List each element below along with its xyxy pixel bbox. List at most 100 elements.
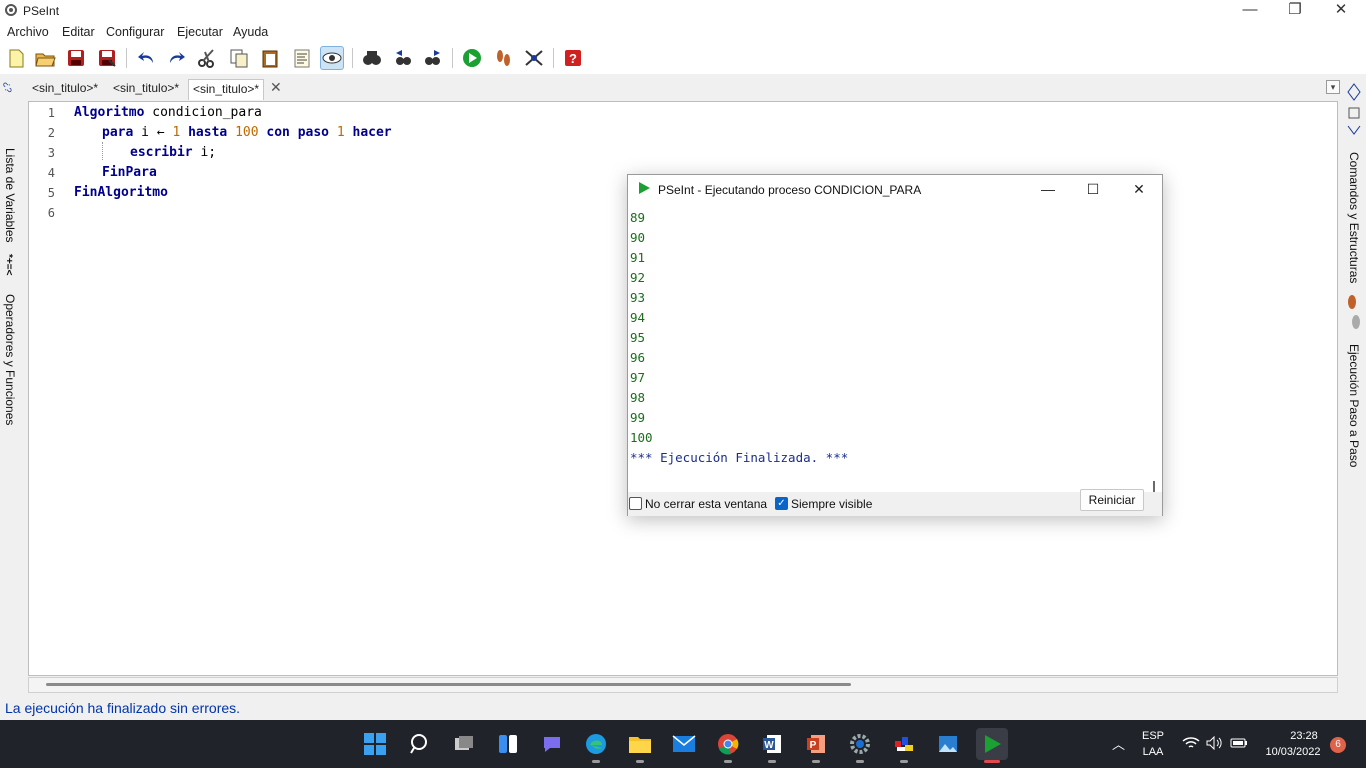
step-panel-tab[interactable]: Ejecución Paso a Paso	[1347, 344, 1361, 467]
flowchart-icon[interactable]	[522, 46, 546, 70]
clock-time[interactable]: 23:28	[1282, 730, 1326, 742]
task-view-icon[interactable]	[448, 728, 480, 760]
pseint-app-icon	[5, 4, 17, 16]
settings-icon[interactable]	[844, 728, 876, 763]
clock-date[interactable]: 10/03/2022	[1260, 746, 1326, 758]
keyword: hasta	[180, 125, 236, 140]
volume-icon[interactable]	[1206, 736, 1224, 750]
notification-badge[interactable]: 6	[1330, 737, 1346, 753]
tab-sin-titulo-2[interactable]: <sin_titulo>*	[109, 79, 183, 100]
file-explorer-icon[interactable]	[624, 728, 656, 763]
restart-button[interactable]: Reiniciar	[1080, 489, 1144, 511]
search-icon[interactable]	[404, 728, 436, 760]
widgets-icon[interactable]	[492, 728, 524, 760]
paint-icon[interactable]	[888, 728, 920, 763]
maximize-button[interactable]: ❐	[1272, 0, 1318, 22]
chevron-up-icon[interactable]: ︿	[1112, 734, 1125, 753]
no-close-checkbox[interactable]	[629, 497, 642, 510]
commands-panel-tab[interactable]: Comandos y Estructuras	[1347, 152, 1361, 283]
battery-icon[interactable]	[1230, 737, 1248, 749]
step-by-step-icon[interactable]	[491, 46, 515, 70]
vertical-scrollbar[interactable]	[1147, 209, 1161, 501]
input-language[interactable]: ESP	[1140, 730, 1166, 742]
maximize-button[interactable]: ☐	[1071, 177, 1115, 201]
run-icon[interactable]	[460, 46, 484, 70]
chrome-icon[interactable]	[712, 728, 744, 763]
svg-text:?: ?	[569, 51, 577, 66]
code-line-2: para i ← 1 hasta 100 con paso 1 hacer	[102, 125, 392, 140]
chevron-down-icon[interactable]: ▾	[1326, 80, 1340, 94]
redo-icon[interactable]	[165, 46, 189, 70]
commands-icon[interactable]	[1346, 82, 1362, 142]
save-as-icon[interactable]	[95, 46, 119, 70]
footsteps-icon[interactable]	[1346, 294, 1362, 334]
menu-editar[interactable]: Editar	[62, 25, 95, 39]
output-line: 94	[630, 310, 646, 325]
keyword: FinAlgoritmo	[74, 185, 168, 200]
svg-text:W: W	[764, 740, 774, 751]
horizontal-scrollbar[interactable]	[28, 677, 1338, 693]
save-icon[interactable]	[64, 46, 88, 70]
photos-icon[interactable]	[932, 728, 964, 760]
cut-icon[interactable]	[195, 46, 219, 70]
tab-sin-titulo-3[interactable]: <sin_titulo>*	[188, 79, 265, 100]
pseint-taskbar-icon[interactable]	[976, 728, 1008, 763]
keyboard-layout[interactable]: LAA	[1140, 746, 1166, 758]
menu-configurar[interactable]: Configurar	[106, 25, 164, 39]
menu-ayuda[interactable]: Ayuda	[233, 25, 268, 39]
edge-icon[interactable]	[580, 728, 612, 763]
status-message: La ejecución ha finalizado sin errores.	[5, 700, 241, 716]
code-line-4: FinPara	[102, 165, 157, 180]
operators-panel-tab[interactable]: Operadores y Funciones	[3, 294, 17, 425]
close-button[interactable]: ✕	[1318, 0, 1364, 22]
menu-archivo[interactable]: Archivo	[7, 25, 49, 39]
start-icon[interactable]	[359, 728, 391, 760]
output-line: 90	[630, 230, 646, 245]
undo-icon[interactable]	[134, 46, 158, 70]
highlight-variables-icon[interactable]	[320, 46, 344, 70]
search-previous-icon[interactable]	[391, 46, 415, 70]
help-icon[interactable]: ?	[561, 46, 585, 70]
identifier: condicion_para	[144, 105, 262, 120]
word-icon[interactable]: W	[756, 728, 788, 763]
wifi-icon[interactable]	[1182, 736, 1200, 750]
execution-window-footer: No cerrar esta ventana ✓ Siempre visible…	[628, 489, 1162, 516]
toolbar-separator	[126, 48, 127, 68]
variables-panel-tab[interactable]: Lista de Variables	[3, 148, 17, 243]
tab-sin-titulo-1[interactable]: <sin_titulo>*	[28, 79, 102, 100]
always-visible-checkbox[interactable]: ✓	[775, 497, 788, 510]
paste-icon[interactable]	[258, 46, 282, 70]
menu-ejecutar[interactable]: Ejecutar	[177, 25, 223, 39]
open-file-icon[interactable]	[33, 46, 57, 70]
running-indicator	[900, 760, 908, 763]
chat-icon[interactable]	[536, 728, 568, 760]
keyword: Algoritmo	[74, 105, 145, 120]
search-icon[interactable]	[360, 46, 384, 70]
new-file-icon[interactable]	[4, 46, 28, 70]
active-indicator	[984, 760, 1000, 763]
format-code-icon[interactable]	[290, 46, 314, 70]
operators-icon[interactable]: *+=<	[3, 254, 14, 275]
line-number: 4	[47, 166, 55, 180]
scrollbar-thumb[interactable]	[46, 683, 851, 686]
copy-icon[interactable]	[227, 46, 251, 70]
search-next-icon[interactable]	[421, 46, 445, 70]
keyword: FinPara	[102, 165, 157, 180]
mail-icon[interactable]	[668, 728, 700, 760]
powerpoint-icon[interactable]: P	[800, 728, 832, 763]
execution-finished-message: *** Ejecución Finalizada. ***	[630, 450, 849, 465]
variables-icon[interactable]: ¿?	[3, 82, 13, 93]
editor-tabs: <sin_titulo>* <sin_titulo>* <sin_titulo>…	[28, 78, 1342, 100]
close-tab-icon[interactable]: ✕	[270, 78, 282, 97]
output-console[interactable]: 89 90 91 92 93 94 95 96 97 98 99 100 ***…	[630, 209, 1146, 465]
minimize-button[interactable]: —	[1227, 0, 1273, 22]
line-number: 6	[47, 206, 55, 220]
keyword: con paso	[258, 125, 337, 140]
identifier: i;	[192, 145, 217, 160]
running-indicator	[592, 760, 600, 763]
indent-guide	[102, 142, 103, 160]
number-literal: 1	[336, 125, 345, 140]
minimize-button[interactable]: —	[1026, 177, 1070, 201]
close-button[interactable]: ✕	[1117, 177, 1161, 201]
keyword: escribir	[130, 145, 193, 160]
